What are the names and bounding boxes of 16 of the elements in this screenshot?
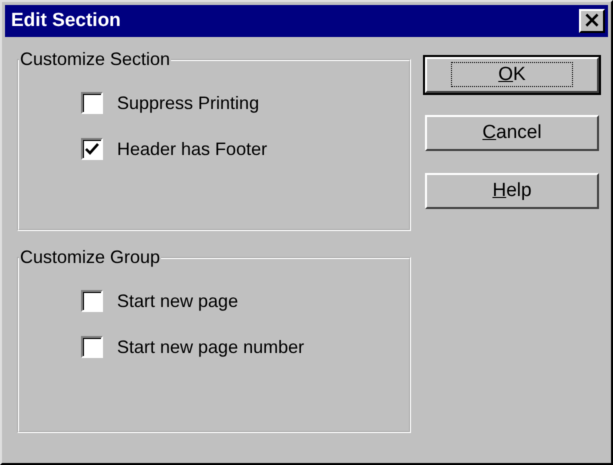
dialog-button[interactable]: Help (425, 173, 599, 209)
checkbox[interactable] (81, 290, 103, 312)
checkbox[interactable] (81, 138, 103, 160)
dialog-button[interactable]: OK (425, 57, 599, 93)
checkbox-label[interactable]: Header has Footer (117, 138, 268, 160)
window-title: Edit Section (11, 10, 121, 32)
group-title: Customize Group (19, 247, 162, 268)
group-title: Customize Section (19, 49, 172, 70)
checkbox-label[interactable]: Start new page number (117, 336, 304, 358)
close-button[interactable]: × (579, 9, 605, 33)
checkbox[interactable] (81, 92, 103, 114)
checkbox-label[interactable]: Suppress Printing (117, 92, 260, 114)
checkbox-label[interactable]: Start new page (117, 290, 238, 312)
check-mark-icon (85, 143, 99, 155)
dialog-button[interactable]: Cancel (425, 115, 599, 151)
checkbox[interactable] (81, 336, 103, 358)
